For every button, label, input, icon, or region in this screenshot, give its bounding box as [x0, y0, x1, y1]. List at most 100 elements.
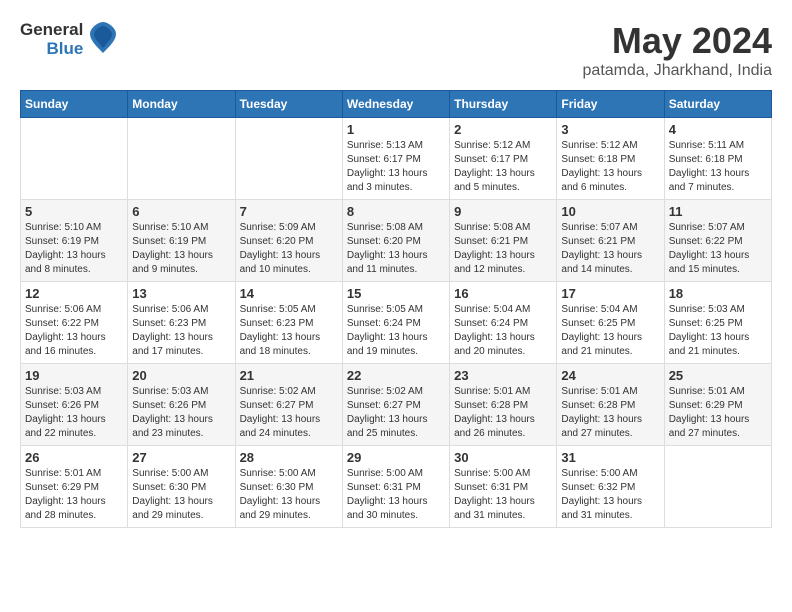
calendar-cell — [664, 446, 771, 528]
day-info: Sunrise: 5:06 AM Sunset: 6:23 PM Dayligh… — [132, 303, 230, 359]
day-info: Sunrise: 5:00 AM Sunset: 6:30 PM Dayligh… — [240, 467, 338, 523]
day-info: Sunrise: 5:10 AM Sunset: 6:19 PM Dayligh… — [132, 221, 230, 277]
calendar-cell: 1 Sunrise: 5:13 AM Sunset: 6:17 PM Daylig… — [342, 118, 449, 200]
day-info: Sunrise: 5:07 AM Sunset: 6:22 PM Dayligh… — [669, 221, 767, 277]
day-number: 19 — [25, 368, 123, 383]
day-number: 10 — [561, 204, 659, 219]
header-wednesday: Wednesday — [342, 91, 449, 118]
day-number: 3 — [561, 122, 659, 137]
calendar-cell: 12 Sunrise: 5:06 AM Sunset: 6:22 PM Dayli… — [21, 282, 128, 364]
calendar-week-3: 12 Sunrise: 5:06 AM Sunset: 6:22 PM Dayli… — [21, 282, 772, 364]
logo-text-blue: Blue — [46, 40, 83, 59]
day-number: 7 — [240, 204, 338, 219]
day-info: Sunrise: 5:06 AM Sunset: 6:22 PM Dayligh… — [25, 303, 123, 359]
day-number: 4 — [669, 122, 767, 137]
day-number: 12 — [25, 286, 123, 301]
header-thursday: Thursday — [450, 91, 557, 118]
header-friday: Friday — [557, 91, 664, 118]
day-info: Sunrise: 5:03 AM Sunset: 6:26 PM Dayligh… — [25, 385, 123, 441]
page-header: General Blue May 2024 patamda, Jharkhand… — [20, 20, 772, 80]
day-number: 30 — [454, 450, 552, 465]
day-number: 13 — [132, 286, 230, 301]
calendar-cell: 23Sunrise: 5:01 AM Sunset: 6:28 PM Dayli… — [450, 364, 557, 446]
calendar-cell: 19 Sunrise: 5:03 AM Sunset: 6:26 PM Dayli… — [21, 364, 128, 446]
day-info: Sunrise: 5:00 AM Sunset: 6:32 PM Dayligh… — [561, 467, 659, 523]
day-number: 5 — [25, 204, 123, 219]
calendar-cell: 25Sunrise: 5:01 AM Sunset: 6:29 PM Dayli… — [664, 364, 771, 446]
day-number: 8 — [347, 204, 445, 219]
day-number: 29 — [347, 450, 445, 465]
day-number: 1 — [347, 122, 445, 137]
header-monday: Monday — [128, 91, 235, 118]
day-info: Sunrise: 5:10 AM Sunset: 6:19 PM Dayligh… — [25, 221, 123, 277]
calendar-header-row: SundayMondayTuesdayWednesdayThursdayFrid… — [21, 91, 772, 118]
day-info: Sunrise: 5:01 AM Sunset: 6:29 PM Dayligh… — [25, 467, 123, 523]
day-info: Sunrise: 5:00 AM Sunset: 6:31 PM Dayligh… — [347, 467, 445, 523]
calendar-cell: 26Sunrise: 5:01 AM Sunset: 6:29 PM Dayli… — [21, 446, 128, 528]
header-saturday: Saturday — [664, 91, 771, 118]
day-info: Sunrise: 5:13 AM Sunset: 6:17 PM Dayligh… — [347, 139, 445, 195]
calendar-cell: 29 Sunrise: 5:00 AM Sunset: 6:31 PM Dayli… — [342, 446, 449, 528]
calendar-week-5: 26Sunrise: 5:01 AM Sunset: 6:29 PM Dayli… — [21, 446, 772, 528]
calendar-cell: 17 Sunrise: 5:04 AM Sunset: 6:25 PM Dayli… — [557, 282, 664, 364]
calendar-cell: 8 Sunrise: 5:08 AM Sunset: 6:20 PM Daylig… — [342, 200, 449, 282]
calendar-cell: 14 Sunrise: 5:05 AM Sunset: 6:23 PM Dayli… — [235, 282, 342, 364]
day-number: 24 — [561, 368, 659, 383]
calendar-table: SundayMondayTuesdayWednesdayThursdayFrid… — [20, 90, 772, 528]
day-number: 2 — [454, 122, 552, 137]
day-number: 15 — [347, 286, 445, 301]
calendar-cell: 31Sunrise: 5:00 AM Sunset: 6:32 PM Dayli… — [557, 446, 664, 528]
location: patamda, Jharkhand, India — [583, 62, 772, 80]
calendar-cell: 30 Sunrise: 5:00 AM Sunset: 6:31 PM Dayli… — [450, 446, 557, 528]
day-number: 25 — [669, 368, 767, 383]
calendar-cell: 4 Sunrise: 5:11 AM Sunset: 6:18 PM Daylig… — [664, 118, 771, 200]
day-info: Sunrise: 5:08 AM Sunset: 6:20 PM Dayligh… — [347, 221, 445, 277]
day-number: 14 — [240, 286, 338, 301]
calendar-cell: 15 Sunrise: 5:05 AM Sunset: 6:24 PM Dayli… — [342, 282, 449, 364]
calendar-cell — [21, 118, 128, 200]
day-number: 27 — [132, 450, 230, 465]
day-number: 16 — [454, 286, 552, 301]
day-number: 22 — [347, 368, 445, 383]
calendar-cell: 13 Sunrise: 5:06 AM Sunset: 6:23 PM Dayli… — [128, 282, 235, 364]
day-info: Sunrise: 5:12 AM Sunset: 6:17 PM Dayligh… — [454, 139, 552, 195]
calendar-cell — [235, 118, 342, 200]
day-info: Sunrise: 5:02 AM Sunset: 6:27 PM Dayligh… — [347, 385, 445, 441]
day-info: Sunrise: 5:03 AM Sunset: 6:26 PM Dayligh… — [132, 385, 230, 441]
day-info: Sunrise: 5:04 AM Sunset: 6:25 PM Dayligh… — [561, 303, 659, 359]
calendar-cell: 11 Sunrise: 5:07 AM Sunset: 6:22 PM Dayli… — [664, 200, 771, 282]
calendar-cell: 2 Sunrise: 5:12 AM Sunset: 6:17 PM Daylig… — [450, 118, 557, 200]
calendar-cell: 5 Sunrise: 5:10 AM Sunset: 6:19 PM Daylig… — [21, 200, 128, 282]
day-info: Sunrise: 5:00 AM Sunset: 6:30 PM Dayligh… — [132, 467, 230, 523]
calendar-cell: 21 Sunrise: 5:02 AM Sunset: 6:27 PM Dayli… — [235, 364, 342, 446]
logo-text-general: General — [20, 21, 83, 40]
logo-icon: General Blue — [20, 20, 118, 60]
day-info: Sunrise: 5:09 AM Sunset: 6:20 PM Dayligh… — [240, 221, 338, 277]
logo: General Blue — [20, 20, 118, 60]
header-sunday: Sunday — [21, 91, 128, 118]
calendar-cell: 24Sunrise: 5:01 AM Sunset: 6:28 PM Dayli… — [557, 364, 664, 446]
day-info: Sunrise: 5:00 AM Sunset: 6:31 PM Dayligh… — [454, 467, 552, 523]
day-info: Sunrise: 5:02 AM Sunset: 6:27 PM Dayligh… — [240, 385, 338, 441]
day-info: Sunrise: 5:12 AM Sunset: 6:18 PM Dayligh… — [561, 139, 659, 195]
day-info: Sunrise: 5:08 AM Sunset: 6:21 PM Dayligh… — [454, 221, 552, 277]
day-number: 6 — [132, 204, 230, 219]
day-info: Sunrise: 5:11 AM Sunset: 6:18 PM Dayligh… — [669, 139, 767, 195]
day-info: Sunrise: 5:05 AM Sunset: 6:24 PM Dayligh… — [347, 303, 445, 359]
day-number: 21 — [240, 368, 338, 383]
day-info: Sunrise: 5:03 AM Sunset: 6:25 PM Dayligh… — [669, 303, 767, 359]
calendar-cell: 6 Sunrise: 5:10 AM Sunset: 6:19 PM Daylig… — [128, 200, 235, 282]
day-info: Sunrise: 5:05 AM Sunset: 6:23 PM Dayligh… — [240, 303, 338, 359]
calendar-week-1: 1 Sunrise: 5:13 AM Sunset: 6:17 PM Daylig… — [21, 118, 772, 200]
calendar-cell: 27 Sunrise: 5:00 AM Sunset: 6:30 PM Dayli… — [128, 446, 235, 528]
day-info: Sunrise: 5:04 AM Sunset: 6:24 PM Dayligh… — [454, 303, 552, 359]
calendar-cell — [128, 118, 235, 200]
month-year: May 2024 — [583, 20, 772, 62]
calendar-cell: 9Sunrise: 5:08 AM Sunset: 6:21 PM Daylig… — [450, 200, 557, 282]
header-tuesday: Tuesday — [235, 91, 342, 118]
day-number: 28 — [240, 450, 338, 465]
calendar-cell: 28 Sunrise: 5:00 AM Sunset: 6:30 PM Dayli… — [235, 446, 342, 528]
calendar-cell: 10Sunrise: 5:07 AM Sunset: 6:21 PM Dayli… — [557, 200, 664, 282]
day-number: 11 — [669, 204, 767, 219]
day-number: 17 — [561, 286, 659, 301]
